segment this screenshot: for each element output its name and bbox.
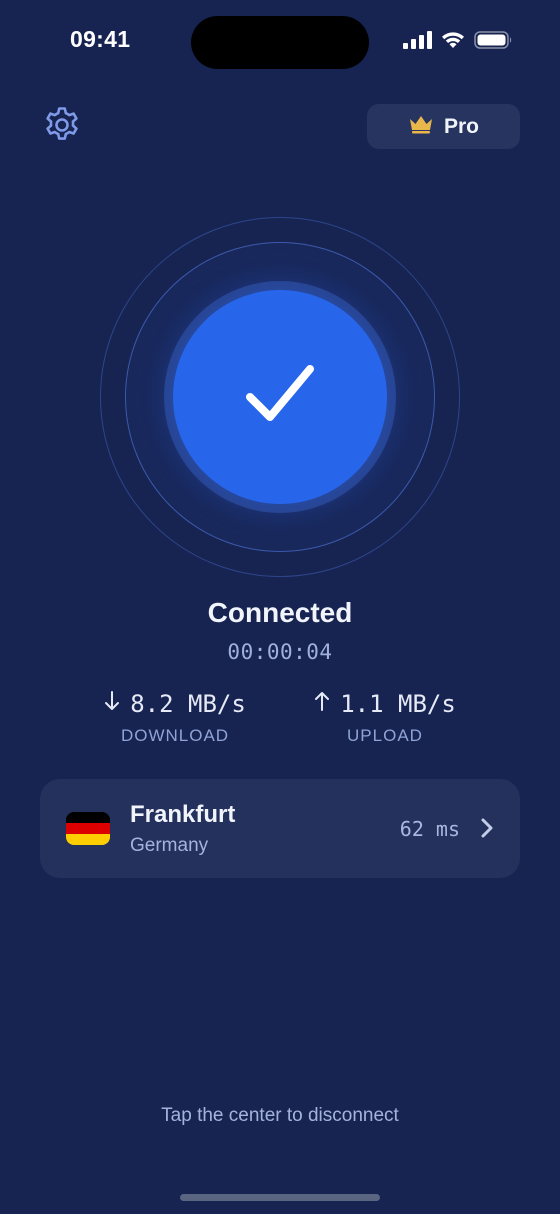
home-indicator[interactable] <box>180 1194 380 1201</box>
upload-stat: 1.1 MB/s UPLOAD <box>290 690 480 746</box>
crown-icon <box>408 114 434 140</box>
download-label: DOWNLOAD <box>120 726 230 745</box>
server-city: Frankfurt <box>130 801 236 828</box>
cellular-signal-icon <box>402 30 432 55</box>
checkmark-icon <box>240 355 320 440</box>
pro-upgrade-button[interactable]: Pro <box>367 104 520 149</box>
settings-button[interactable] <box>40 105 84 149</box>
status-icons <box>402 30 514 55</box>
battery-icon <box>474 30 514 55</box>
connection-status: Connected <box>207 597 353 628</box>
vpn-home-screen: 09:41 Pro Connected 00:00:04 8.2 MB/s DO… <box>0 0 560 1214</box>
pro-label: Pro <box>443 114 479 138</box>
download-speed: 8.2 MB/s <box>130 690 246 718</box>
status-time: 09:41 <box>70 26 131 52</box>
connection-timer: 00:00:04 <box>227 640 333 664</box>
disconnect-hint: Tap the center to disconnect <box>161 1105 399 1126</box>
chevron-right-icon <box>480 817 494 844</box>
arrow-up-icon <box>314 690 330 718</box>
disconnect-button[interactable] <box>173 290 387 504</box>
upload-label: UPLOAD <box>347 726 423 745</box>
download-stat: 8.2 MB/s DOWNLOAD <box>80 690 270 746</box>
arrow-down-icon <box>104 690 120 718</box>
wifi-icon <box>440 30 466 55</box>
dynamic-island <box>191 16 369 69</box>
gear-icon <box>42 105 82 150</box>
server-ping: 62 ms <box>399 817 460 841</box>
upload-speed: 1.1 MB/s <box>340 690 456 718</box>
server-country: Germany <box>130 835 209 856</box>
germany-flag-icon <box>66 812 110 845</box>
server-selector[interactable]: Frankfurt Germany 62 ms <box>40 779 520 878</box>
